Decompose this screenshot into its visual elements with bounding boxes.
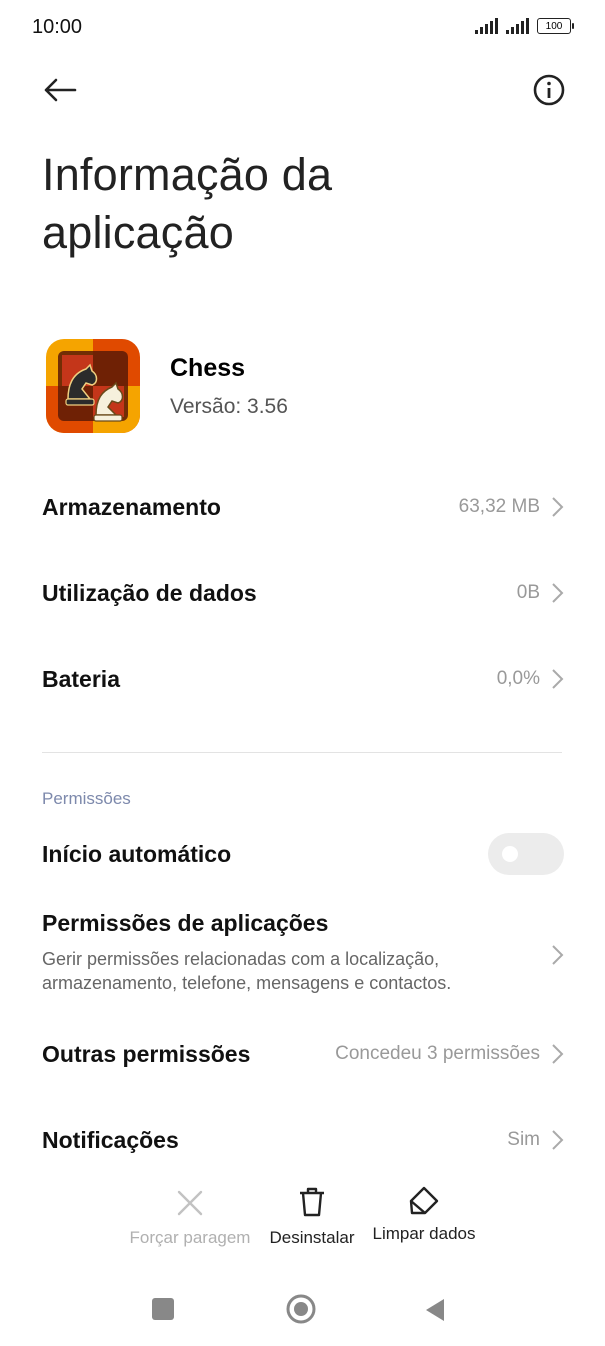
other-permissions-row[interactable]: Outras permissões Concedeu 3 permissões [42,1033,564,1075]
home-button[interactable] [285,1293,317,1330]
storage-label: Armazenamento [42,493,221,520]
page-title-line1: Informação da [42,149,333,200]
signal-icon-2 [506,18,529,34]
chevron-right-icon [552,1130,564,1150]
chevron-right-icon [552,1044,564,1064]
force-stop-label: Forçar paragem [129,1228,251,1247]
close-icon [177,1190,203,1216]
autostart-label: Início automático [42,840,232,867]
autostart-toggle[interactable] [488,833,564,875]
chevron-right-icon [552,669,564,689]
battery-icon: 100 [537,18,574,34]
app-permissions-desc-line2: armazenamento, telefone, mensagens e con… [42,973,452,993]
autostart-row[interactable]: Início automático [42,833,564,875]
uninstall-label: Desinstalar [269,1228,355,1247]
app-permissions-row[interactable]: Permissões de aplicações Gerir permissõe… [42,910,564,1000]
app-icon [46,339,140,433]
app-name: Chess [170,354,246,382]
page-title: Informação da aplicação [42,146,332,262]
storage-value: 63,32 MB [458,496,540,517]
toggle-knob [502,846,518,862]
back-nav-button[interactable] [424,1297,446,1328]
app-permissions-description: Gerir permissões relacionadas com a loca… [42,947,451,995]
status-time: 10:00 [32,16,83,38]
other-permissions-label: Outras permissões [42,1040,251,1067]
data-usage-label: Utilização de dados [42,579,257,606]
trash-icon [300,1187,324,1217]
eraser-icon [409,1186,439,1215]
force-stop-button[interactable]: Forçar paragem [126,1188,254,1248]
status-icons: 100 [475,18,574,34]
signal-icon [475,18,498,34]
chevron-right-icon [552,583,564,603]
other-permissions-value: Concedeu 3 permissões [335,1043,540,1064]
uninstall-button[interactable]: Desinstalar [264,1186,360,1248]
back-triangle-icon [426,1299,444,1321]
storage-row[interactable]: Armazenamento 63,32 MB [42,486,564,528]
back-arrow-icon [44,78,77,102]
divider [42,752,562,753]
notifications-row[interactable]: Notificações Sim [42,1119,564,1161]
back-button[interactable] [40,70,80,110]
data-usage-value: 0B [516,582,540,603]
battery-row[interactable]: Bateria 0,0% [42,658,564,700]
permissions-section-title: Permissões [42,789,131,808]
chevron-right-icon [552,945,564,965]
app-permissions-label: Permissões de aplicações [42,910,329,936]
info-button[interactable] [529,70,569,110]
battery-label: Bateria [42,665,120,692]
battery-value: 0,0% [496,668,540,689]
recents-button[interactable] [152,1298,174,1320]
info-icon [533,74,565,106]
clear-data-button[interactable]: Limpar dados [368,1186,480,1244]
data-usage-row[interactable]: Utilização de dados 0B [42,572,564,614]
home-icon [286,1294,316,1324]
battery-level: 100 [545,20,563,32]
app-version: Versão: 3.56 [170,395,288,418]
app-permissions-desc-line1: Gerir permissões relacionadas com a loca… [42,949,440,969]
chess-knight-icon [46,351,140,433]
clear-data-label: Limpar dados [372,1224,476,1243]
notifications-label: Notificações [42,1126,179,1153]
notifications-value: Sim [507,1129,540,1150]
page-title-line2: aplicação [42,207,234,258]
chevron-right-icon [552,497,564,517]
